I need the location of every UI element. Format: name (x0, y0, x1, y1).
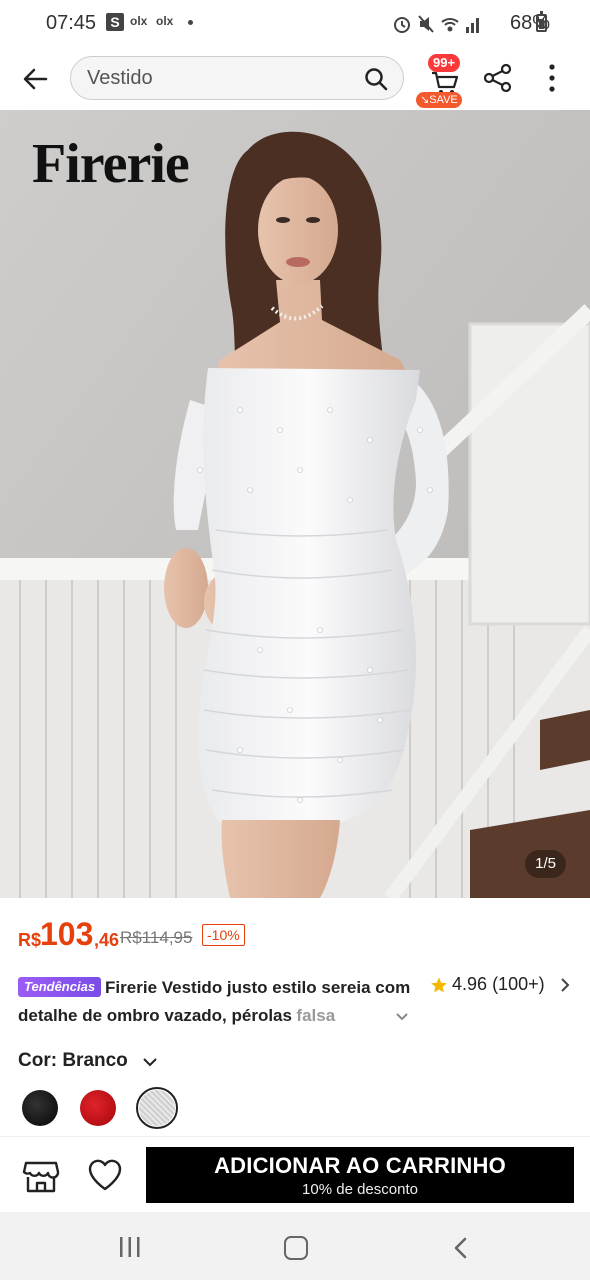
signal-icon (466, 18, 479, 33)
price-integer: 103 (40, 916, 94, 952)
rating-value: 4.96 (100+) (452, 974, 545, 995)
battery-icon (536, 11, 547, 32)
color-swatch-red[interactable] (80, 1090, 116, 1126)
app-notification-icon: S (106, 13, 124, 31)
cart-button[interactable]: 99+ ↘SAVE (416, 52, 472, 108)
save-label: SAVE (429, 94, 458, 106)
heart-icon[interactable] (86, 1157, 124, 1193)
mute-icon (418, 15, 434, 33)
cart-count-badge: 99+ (428, 54, 461, 72)
add-to-cart-discount: 10% de desconto (302, 1181, 418, 1198)
olx-notification-icon-2: olx (156, 14, 174, 28)
trend-badge: Tendências (18, 977, 102, 997)
color-swatch-black[interactable] (22, 1090, 58, 1126)
top-bar: Vestido 99+ ↘SAVE (0, 50, 590, 110)
rating-score: 4.96 (452, 974, 488, 994)
home-icon[interactable] (284, 1236, 308, 1260)
star-icon (431, 977, 447, 993)
trend-down-icon: ↘ (420, 94, 430, 106)
chevron-down-icon (143, 1058, 157, 1067)
brand-logo: Firerie (32, 133, 190, 195)
color-swatch-white[interactable] (139, 1090, 175, 1126)
status-time: 07:45 (46, 12, 97, 34)
more-options-icon[interactable] (540, 62, 564, 94)
add-to-cart-button[interactable]: ADICIONAR AO CARRINHO 10% de desconto (146, 1147, 574, 1203)
expand-chevron-icon[interactable] (394, 1008, 410, 1024)
price-row: R$ 103 ,46 R$114,95 -10% (18, 914, 578, 954)
back-arrow-icon[interactable] (18, 62, 52, 96)
price-cents: ,46 (94, 930, 120, 950)
product-title-fade: falsa (296, 1006, 336, 1025)
discount-badge: -10% (202, 924, 245, 946)
search-query: Vestido (87, 67, 153, 89)
bottom-action-bar: ADICIONAR AO CARRINHO 10% de desconto (0, 1136, 590, 1212)
color-selector-header[interactable]: Cor: Branco (18, 1050, 157, 1074)
system-status-icons (394, 15, 479, 33)
save-badge: ↘SAVE (416, 92, 462, 108)
search-icon[interactable] (363, 66, 389, 92)
rating-summary[interactable]: 4.96 (100+) (430, 974, 580, 998)
color-label: Cor: Branco (18, 1050, 128, 1071)
nav-back-icon[interactable] (452, 1236, 470, 1260)
original-price: R$114,95 (120, 928, 193, 947)
price-currency: R$ (18, 930, 42, 950)
add-to-cart-label: ADICIONAR AO CARRINHO (214, 1153, 506, 1178)
search-input[interactable]: Vestido (70, 56, 404, 100)
more-notifications-dot (188, 20, 193, 25)
image-counter: 1/5 (525, 850, 566, 878)
alarm-icon (394, 17, 410, 33)
store-icon[interactable] (22, 1157, 60, 1195)
product-photo (0, 110, 590, 898)
chevron-right-icon (561, 978, 570, 992)
system-nav-bar (0, 1212, 590, 1280)
wifi-icon (441, 18, 459, 32)
product-title[interactable]: Tendências Firerie Vestido justo estilo s… (18, 974, 418, 1030)
product-image-carousel[interactable]: Firerie 1/5 (0, 110, 590, 898)
rating-count: (100+) (492, 974, 545, 994)
recent-apps-icon[interactable] (118, 1236, 142, 1258)
status-bar: 07:45 S olx olx 68% (0, 0, 590, 50)
olx-notification-icon: olx (130, 14, 148, 28)
share-icon[interactable] (482, 62, 514, 94)
